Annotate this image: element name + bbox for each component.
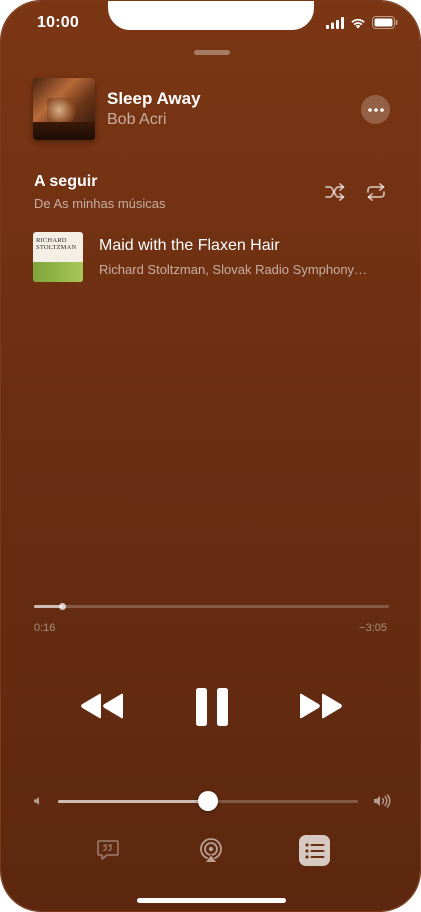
ellipsis-icon	[367, 107, 384, 112]
progress-fill	[34, 605, 63, 608]
airplay-button[interactable]	[198, 837, 224, 863]
up-next-source: De As minhas músicas	[34, 196, 166, 211]
queue-item-artist: Richard Stoltzman, Slovak Radio Symphony…	[99, 262, 368, 277]
repeat-button[interactable]	[365, 182, 387, 202]
rewind-button[interactable]	[79, 691, 125, 721]
volume-high-icon	[374, 794, 391, 808]
elapsed-time: 0:16	[34, 622, 56, 634]
sheet-grabber[interactable]	[194, 50, 230, 55]
now-playing-artist[interactable]: Bob Acri	[107, 111, 167, 129]
volume-knob[interactable]	[198, 791, 218, 811]
remaining-time: −3:05	[359, 622, 387, 634]
lyrics-button[interactable]	[96, 838, 120, 862]
queue-item-artwork[interactable]: RICHARD STOLTZMAN	[33, 232, 83, 282]
lyrics-icon	[97, 840, 119, 860]
queue-button[interactable]	[299, 835, 330, 866]
shuffle-icon	[325, 183, 345, 201]
airplay-icon	[200, 838, 222, 862]
forward-button[interactable]	[298, 691, 344, 721]
queue-artwork-text: RICHARD STOLTZMAN	[36, 237, 77, 251]
battery-icon	[372, 16, 398, 29]
status-time: 10:00	[37, 14, 79, 31]
now-playing-screen: 10:00 Sleep Away Bob Acri A seguir De As…	[1, 1, 420, 911]
volume-fill	[58, 800, 208, 803]
now-playing-artwork[interactable]	[33, 78, 95, 140]
repeat-icon	[367, 183, 385, 201]
shuffle-button[interactable]	[324, 182, 346, 202]
more-options-button[interactable]	[361, 95, 390, 124]
queue-item-title[interactable]: Maid with the Flaxen Hair	[99, 237, 280, 255]
status-icons	[326, 16, 398, 29]
volume-low-icon	[34, 797, 39, 805]
pause-icon	[196, 688, 228, 726]
forward-icon	[300, 693, 342, 719]
device-notch	[108, 1, 314, 30]
wifi-icon	[351, 18, 365, 28]
cellular-signal-icon	[326, 16, 344, 29]
progress-knob[interactable]	[59, 603, 67, 610]
now-playing-title: Sleep Away	[107, 89, 201, 108]
volume-slider[interactable]	[58, 791, 358, 811]
queue-list-icon	[304, 842, 324, 859]
up-next-heading: A seguir	[34, 173, 98, 190]
pause-button[interactable]	[194, 687, 230, 727]
playback-progress-slider[interactable]	[34, 603, 389, 610]
backward-icon	[81, 693, 123, 719]
home-indicator[interactable]	[137, 898, 286, 903]
